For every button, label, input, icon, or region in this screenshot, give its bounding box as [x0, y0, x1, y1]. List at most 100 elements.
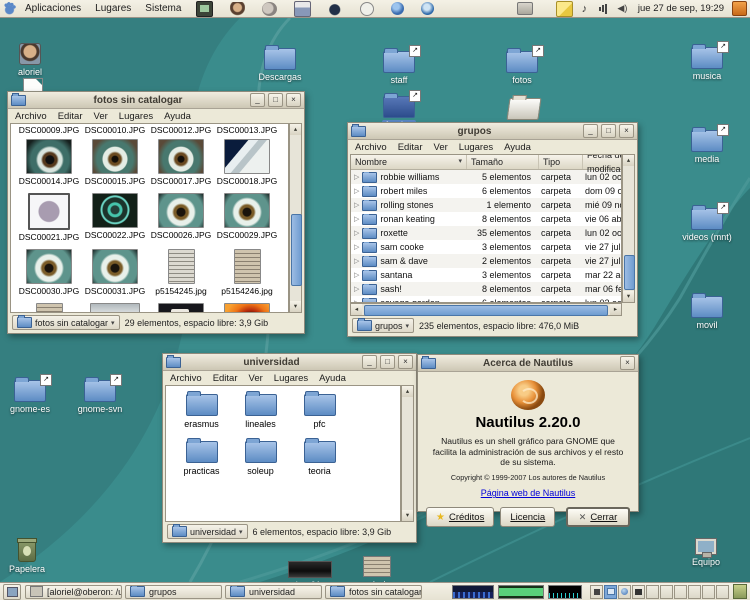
table-row[interactable]: ▷sam & dave2 elementoscarpetavie 27 jul …	[351, 254, 621, 268]
cpu-monitor[interactable]	[452, 585, 494, 599]
desktop-icon-descargas[interactable]: Descargas	[244, 48, 316, 82]
scroll-right-icon[interactable]: ▸	[610, 304, 621, 315]
file-item[interactable]: DSC00029.JPG	[214, 192, 280, 242]
scroll-up-icon[interactable]: ▴	[402, 386, 413, 397]
column-fecha[interactable]: Fecha de modificación	[583, 155, 622, 169]
menu-sistema[interactable]: Sistema	[140, 2, 186, 15]
file-item[interactable]: p5204315.jpg	[82, 302, 148, 313]
location-dropdown[interactable]: universidad ▾	[167, 524, 248, 539]
expander-icon[interactable]: ▷	[354, 243, 359, 251]
scroll-down-icon[interactable]: ▾	[402, 510, 413, 521]
expander-icon[interactable]: ▷	[354, 201, 359, 209]
horizontal-scrollbar[interactable]: ◂ ▸	[350, 303, 622, 316]
desktop[interactable]: alorielurl.textDescargas↗staff↗fondos↗fo…	[0, 18, 750, 582]
workspace-cell-empty[interactable]	[702, 585, 715, 599]
menu-lugares[interactable]: Lugares	[119, 111, 153, 122]
menu-editar[interactable]: Editar	[213, 373, 238, 384]
menu-ayuda[interactable]: Ayuda	[164, 111, 191, 122]
vertical-scrollbar[interactable]: ▴ ▾	[622, 154, 635, 303]
file-item[interactable]: p5154247.jpg	[16, 302, 82, 313]
location-dropdown[interactable]: fotos sin catalogar ▾	[12, 315, 120, 330]
close-button[interactable]: ×	[398, 355, 413, 369]
folder-item-lineales[interactable]: lineales	[231, 394, 290, 429]
folder-item-pfc[interactable]: pfc	[290, 394, 349, 429]
menu-archivo[interactable]: Archivo	[15, 111, 47, 122]
minimize-button[interactable]: _	[583, 124, 598, 138]
menu-archivo[interactable]: Archivo	[355, 142, 387, 153]
pidgin-icon[interactable]	[391, 2, 404, 15]
desktop-icon-fotos[interactable]: ↗fotos	[486, 51, 558, 85]
menu-editar[interactable]: Editar	[398, 142, 423, 153]
file-view[interactable]: erasmuslinealespfcpracticassoleupteoria	[165, 385, 401, 522]
expander-icon[interactable]: ▷	[354, 215, 359, 223]
mail-bird-icon[interactable]	[328, 2, 343, 16]
menu-aplicaciones[interactable]: Aplicaciones	[20, 2, 86, 15]
desktop-icon-media[interactable]: ↗media	[671, 130, 743, 164]
desktop-icon-contrato-maestra-1923-jpg[interactable]: contrato_ maestra_ 1923.jpg	[341, 556, 413, 582]
menu-lugares[interactable]: Lugares	[274, 373, 308, 384]
cerrar-button[interactable]: ✕Cerrar	[566, 507, 630, 527]
menu-archivo[interactable]: Archivo	[170, 373, 202, 384]
file-item[interactable]: DSC00021.JPG	[16, 192, 82, 242]
license-button[interactable]: Licencia	[500, 507, 555, 527]
table-row[interactable]: ▷savage garden6 elementoscarpetalun 02 o…	[351, 296, 621, 303]
website-link[interactable]: Página web de Nautilus	[426, 488, 630, 498]
menu-ver[interactable]: Ver	[94, 111, 108, 122]
menu-lugares[interactable]: Lugares	[459, 142, 493, 153]
desktop-icon-movil[interactable]: movil	[671, 296, 743, 330]
panel-clock[interactable]: jue 27 de sep, 19:29	[638, 3, 724, 14]
column-tipo[interactable]: Tipo	[539, 155, 583, 169]
scrollbar-thumb[interactable]	[291, 214, 302, 285]
vertical-scrollbar[interactable]: ▴ ▾	[401, 385, 414, 522]
terminal-icon[interactable]	[196, 1, 213, 17]
workspace-cell-term[interactable]	[590, 585, 603, 599]
table-row[interactable]: ▷santana3 elementoscarpetamar 22 ago 200…	[351, 268, 621, 282]
file-item[interactable]: DSC00018.JPG	[214, 138, 280, 186]
expander-icon[interactable]: ▷	[354, 257, 359, 265]
file-item[interactable]: DSC00030.JPG	[16, 248, 82, 296]
list-view[interactable]: Nombre▾ Tamaño Tipo Fecha de modificació…	[350, 154, 622, 303]
file-item[interactable]: p5154246.jpg	[214, 248, 280, 296]
user-switcher-icon[interactable]	[230, 2, 245, 16]
maximize-button[interactable]: □	[268, 93, 283, 107]
desktop-icon-coche-01-png[interactable]: coche_01.png	[274, 561, 346, 582]
taskbar-button-grupos[interactable]: grupos	[125, 585, 222, 599]
menu-ayuda[interactable]: Ayuda	[504, 142, 531, 153]
table-row[interactable]: ▷ronan keating8 elementoscarpetavie 06 a…	[351, 212, 621, 226]
expander-icon[interactable]: ▷	[354, 285, 359, 293]
notes-icon[interactable]	[556, 1, 573, 17]
location-dropdown[interactable]: grupos ▾	[352, 318, 414, 333]
desktop-icon-gnome-svn[interactable]: ↗gnome-svn	[64, 380, 136, 414]
desktop-icon-equipo[interactable]: Equipo	[670, 538, 742, 567]
file-item[interactable]: DSC00012.JPG	[148, 125, 214, 136]
music-icon[interactable]: ♪	[577, 2, 592, 16]
file-item[interactable]: DSC00031.JPG	[82, 248, 148, 296]
workspace-cell-empty[interactable]	[688, 585, 701, 599]
scroll-up-icon[interactable]: ▴	[623, 155, 634, 166]
vertical-scrollbar[interactable]: ▴ ▾	[289, 123, 302, 313]
menu-lugares[interactable]: Lugares	[90, 2, 136, 15]
file-item[interactable]: DSC00010.JPG	[82, 125, 148, 136]
clock-app-icon[interactable]	[360, 2, 374, 16]
file-item[interactable]: p6264553.jpg	[214, 302, 280, 313]
workspace-cell-empty[interactable]	[646, 585, 659, 599]
scroll-left-icon[interactable]: ◂	[351, 304, 362, 315]
desktop-icon-staff[interactable]: ↗staff	[363, 51, 435, 85]
expander-icon[interactable]: ▷	[354, 271, 359, 279]
expander-icon[interactable]: ▷	[354, 229, 359, 237]
file-item[interactable]: DSC00022.JPG	[82, 192, 148, 242]
desktop-icon-aloriel[interactable]: aloriel	[0, 43, 66, 77]
titlebar[interactable]: grupos _ □ ×	[348, 123, 637, 140]
browser-icon[interactable]	[421, 2, 434, 15]
scroll-down-icon[interactable]: ▾	[623, 291, 634, 302]
titlebar[interactable]: Acerca de Nautilus ×	[418, 355, 638, 372]
table-row[interactable]: ▷rolling stones1 elementocarpetamié 09 n…	[351, 198, 621, 212]
taskbar-button-universidad[interactable]: universidad	[225, 585, 322, 599]
workspace-cell-globe[interactable]	[618, 585, 631, 599]
table-row[interactable]: ▷sam cooke3 elementoscarpetavie 27 jul 2…	[351, 240, 621, 254]
close-button[interactable]: ×	[619, 124, 634, 138]
memory-monitor[interactable]	[498, 585, 544, 599]
file-view[interactable]: DSC00009.JPGDSC00010.JPGDSC00012.JPGDSC0…	[10, 123, 289, 313]
table-row[interactable]: ▷robbie williams5 elementoscarpetalun 02…	[351, 170, 621, 184]
maximize-button[interactable]: □	[601, 124, 616, 138]
